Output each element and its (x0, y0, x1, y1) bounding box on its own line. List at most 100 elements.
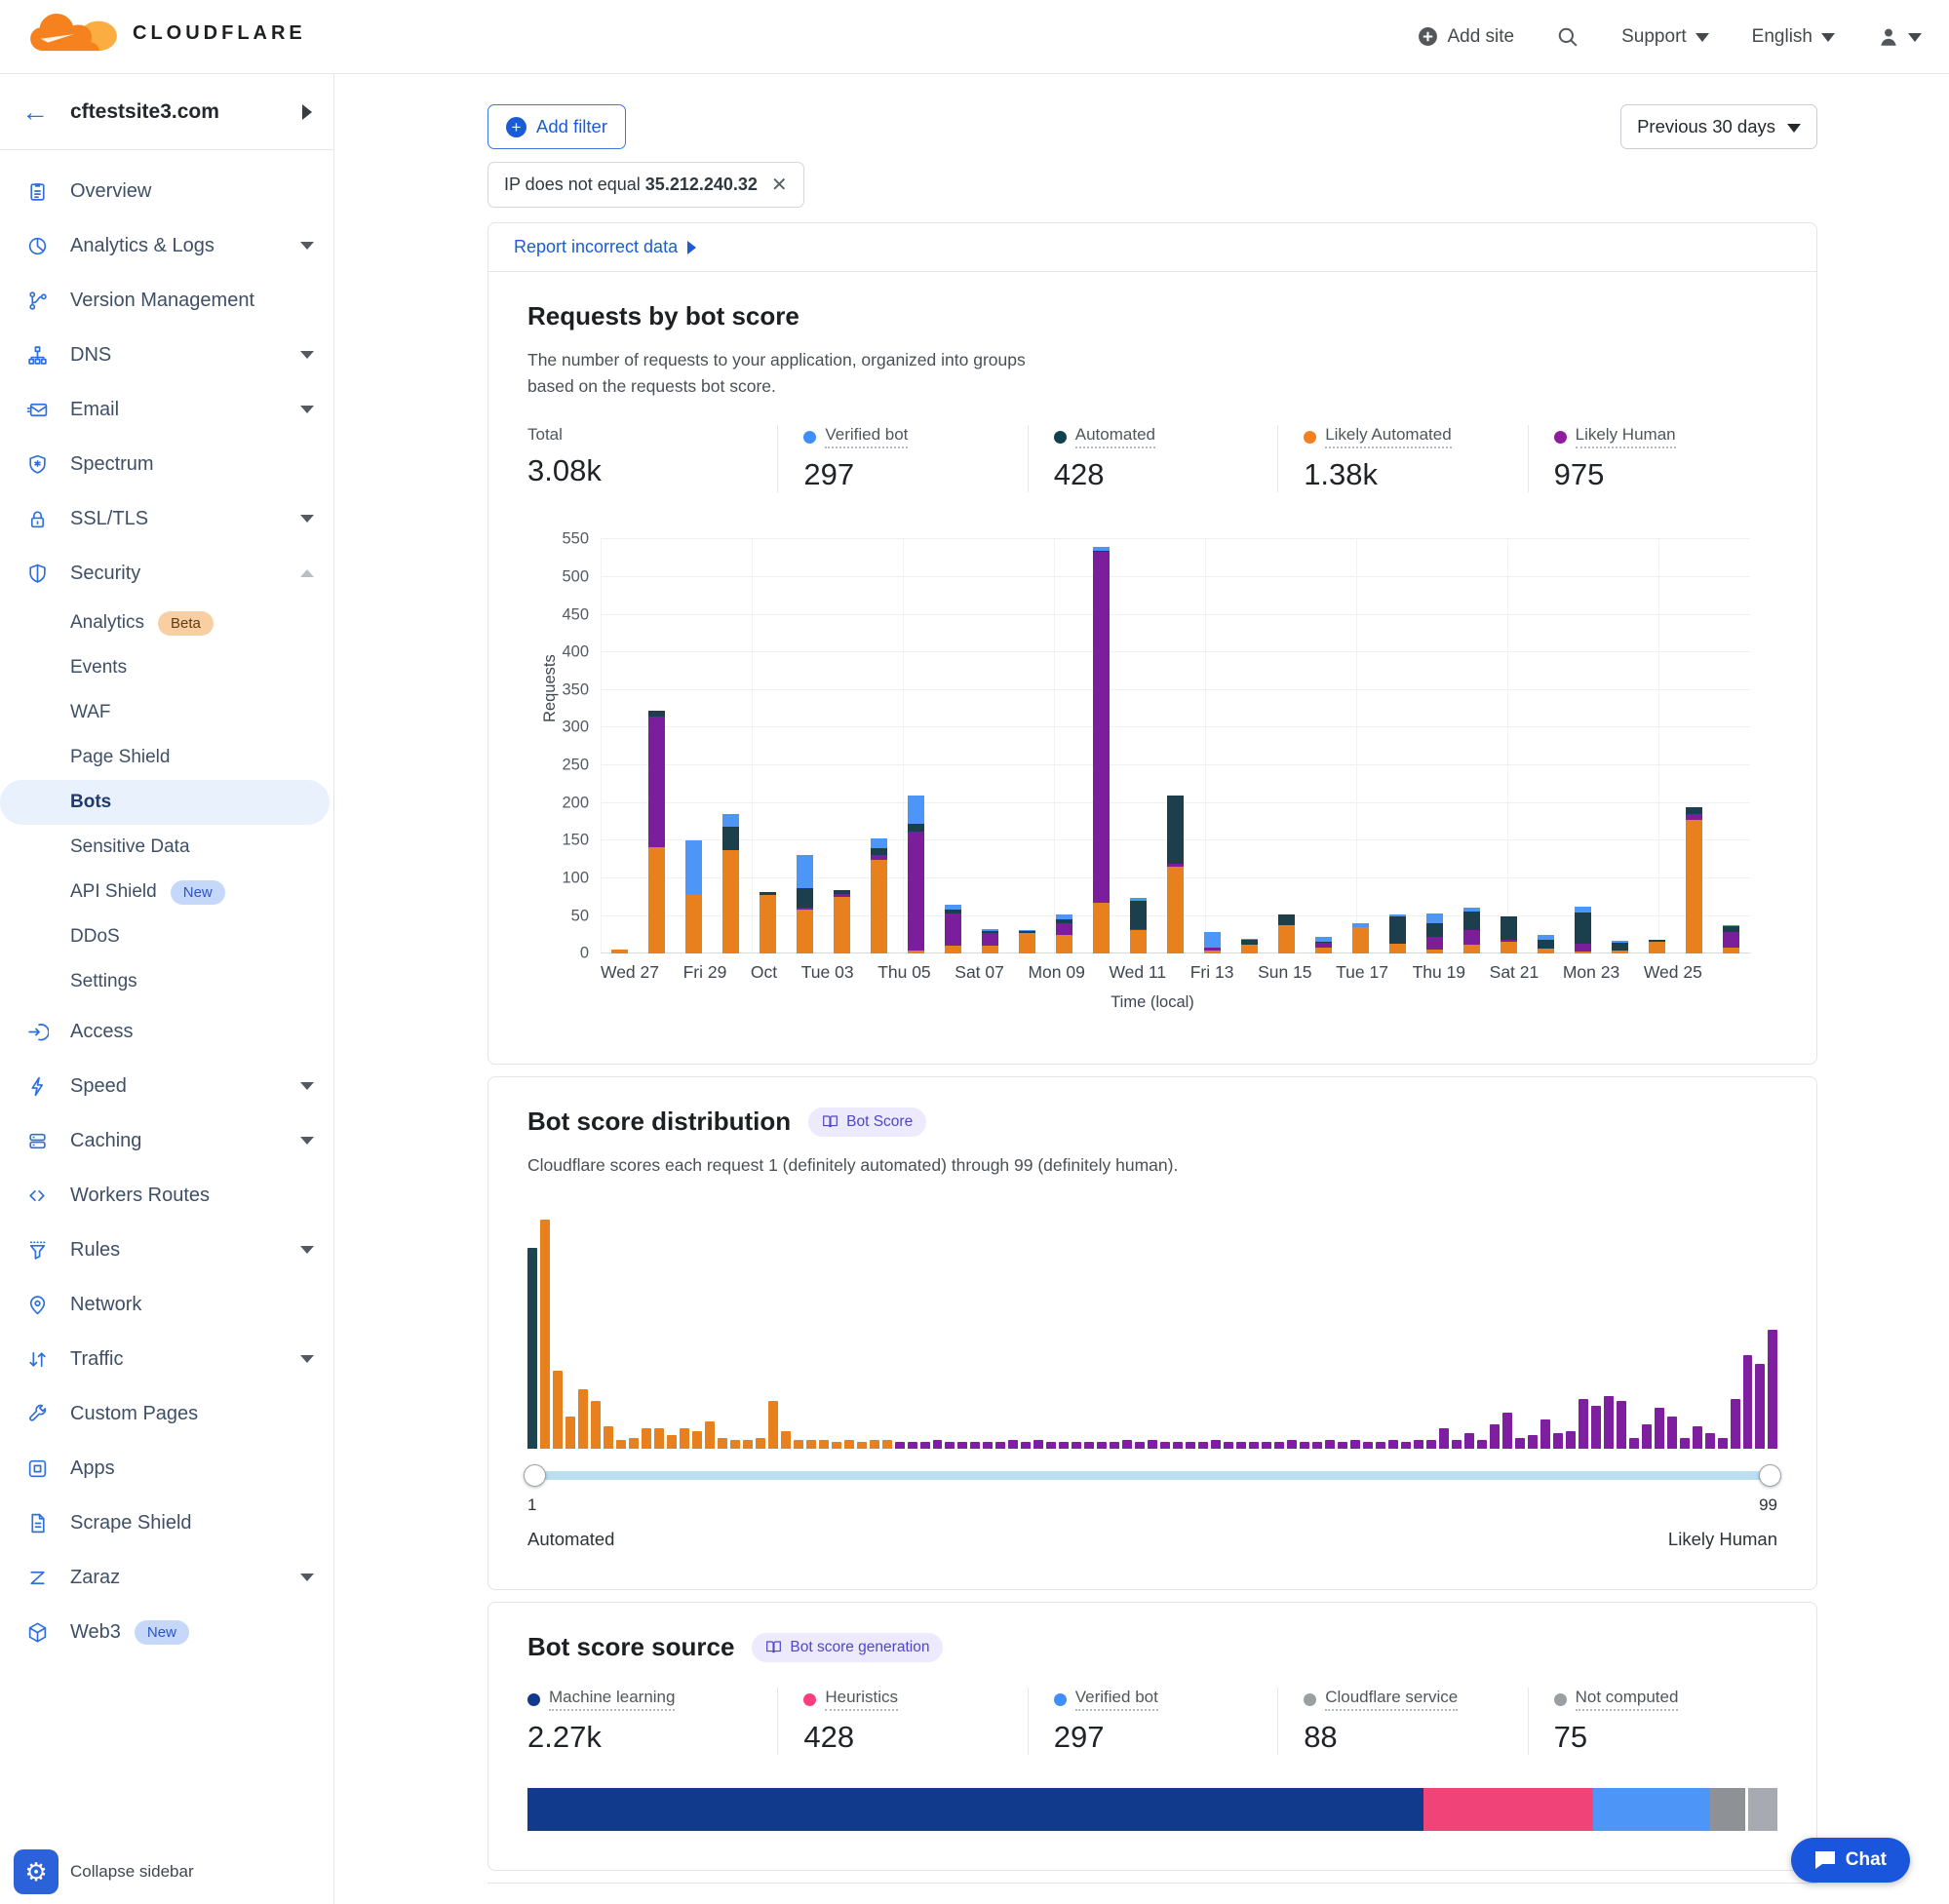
bar-tue-03[interactable] (823, 539, 860, 953)
sidebar-item-rules[interactable]: Rules (0, 1223, 333, 1277)
score-bar-64[interactable] (1325, 1440, 1335, 1449)
score-bar-36[interactable] (970, 1442, 980, 1449)
language-menu[interactable]: English (1752, 26, 1835, 48)
score-bar-78[interactable] (1502, 1413, 1512, 1450)
score-bar-40[interactable] (1021, 1442, 1031, 1449)
score-bar-25[interactable] (832, 1442, 841, 1449)
bar-day-24[interactable] (1454, 539, 1491, 953)
score-bar-61[interactable] (1287, 1440, 1297, 1449)
sidebar-item-scrape-shield[interactable]: Scrape Shield (0, 1496, 333, 1550)
bar-sat-07[interactable] (971, 539, 1008, 953)
score-bar-70[interactable] (1401, 1442, 1411, 1449)
bar-mon-09[interactable] (1045, 539, 1082, 953)
sidebar-item-custom-pages[interactable]: Custom Pages (0, 1386, 333, 1441)
score-bar-3[interactable] (553, 1371, 563, 1449)
score-bar-9[interactable] (629, 1438, 639, 1450)
score-bar-5[interactable] (578, 1389, 588, 1449)
score-bar-43[interactable] (1059, 1442, 1069, 1449)
sidebar-subitem-api-shield[interactable]: API ShieldNew (0, 870, 330, 914)
score-bar-73[interactable] (1439, 1428, 1449, 1449)
sidebar-item-analytics-logs[interactable]: Analytics & Logs (0, 218, 333, 273)
filter-chip[interactable]: IP does not equal 35.212.240.32 ✕ (487, 162, 804, 208)
sidebar-item-traffic[interactable]: Traffic (0, 1332, 333, 1386)
site-switcher-caret-icon[interactable] (302, 104, 312, 120)
score-bar-15[interactable] (705, 1421, 715, 1449)
score-bar-8[interactable] (616, 1440, 626, 1449)
score-bar-69[interactable] (1388, 1440, 1398, 1449)
bar-mon-23[interactable] (1565, 539, 1602, 953)
score-bar-31[interactable] (908, 1442, 917, 1449)
score-bar-10[interactable] (642, 1428, 651, 1449)
slider-track[interactable] (527, 1471, 1777, 1480)
bar-day-14[interactable] (1082, 539, 1119, 953)
score-bar-60[interactable] (1274, 1442, 1284, 1449)
bar-day-6[interactable] (786, 539, 823, 953)
sidebar-item-overview[interactable]: Overview (0, 164, 333, 218)
score-bar-53[interactable] (1186, 1442, 1195, 1449)
bar-day-16[interactable] (1156, 539, 1193, 953)
score-bar-37[interactable] (983, 1442, 993, 1449)
score-bar-11[interactable] (654, 1428, 664, 1449)
score-bar-71[interactable] (1414, 1440, 1423, 1449)
score-bar-44[interactable] (1072, 1442, 1081, 1449)
sidebar-item-email[interactable]: Email (0, 382, 333, 437)
score-bar-4[interactable] (565, 1417, 575, 1449)
score-bar-83[interactable] (1566, 1431, 1576, 1450)
bar-day-18[interactable] (1231, 539, 1268, 953)
sidebar-subitem-ddos[interactable]: DDoS (0, 914, 330, 959)
bar-day-10[interactable] (934, 539, 971, 953)
bar-fri-13[interactable] (1194, 539, 1231, 953)
score-bar-51[interactable] (1160, 1442, 1170, 1449)
score-bar-68[interactable] (1376, 1442, 1385, 1449)
bar-day-28[interactable] (1602, 539, 1639, 953)
score-bar-1[interactable] (527, 1248, 537, 1450)
score-bar-35[interactable] (957, 1442, 967, 1449)
score-bar-67[interactable] (1363, 1442, 1373, 1449)
bar-day-31[interactable] (1713, 539, 1750, 953)
bot-score-badge[interactable]: Bot Score (808, 1107, 926, 1137)
bar-day-30[interactable] (1676, 539, 1713, 953)
score-bar-52[interactable] (1173, 1442, 1183, 1449)
score-bar-92[interactable] (1680, 1438, 1690, 1450)
add-site-button[interactable]: Add site (1418, 26, 1514, 48)
sidebar-item-ssl-tls[interactable]: SSL/TLS (0, 491, 333, 546)
score-bar-85[interactable] (1591, 1406, 1601, 1450)
score-bar-86[interactable] (1604, 1396, 1614, 1449)
score-bar-18[interactable] (743, 1440, 753, 1449)
score-bar-88[interactable] (1629, 1438, 1639, 1450)
score-bar-48[interactable] (1122, 1440, 1132, 1449)
score-bar-50[interactable] (1148, 1440, 1157, 1449)
add-filter-button[interactable]: + Add filter (487, 104, 626, 149)
bar-day-12[interactable] (1008, 539, 1045, 953)
score-bar-72[interactable] (1426, 1440, 1436, 1449)
sidebar-item-spectrum[interactable]: Spectrum (0, 437, 333, 491)
score-bar-29[interactable] (882, 1440, 892, 1449)
score-bar-77[interactable] (1490, 1424, 1500, 1450)
score-bar-96[interactable] (1731, 1399, 1740, 1450)
date-range-select[interactable]: Previous 30 days (1620, 104, 1817, 149)
score-bar-76[interactable] (1477, 1440, 1487, 1449)
bar-wed-27[interactable] (601, 539, 638, 953)
slider-handle-min[interactable] (524, 1464, 546, 1487)
score-bar-59[interactable] (1262, 1442, 1271, 1449)
score-bar-2[interactable] (540, 1220, 550, 1449)
bar-day-2[interactable] (638, 539, 675, 953)
score-bar-19[interactable] (756, 1438, 765, 1450)
sidebar-subitem-bots[interactable]: Bots (0, 780, 330, 825)
score-bar-57[interactable] (1236, 1442, 1246, 1449)
score-bar-24[interactable] (819, 1440, 829, 1449)
bar-day-8[interactable] (860, 539, 897, 953)
score-bar-81[interactable] (1540, 1419, 1550, 1450)
score-bar-56[interactable] (1224, 1442, 1233, 1449)
score-bar-79[interactable] (1515, 1438, 1525, 1450)
score-bar-13[interactable] (680, 1428, 689, 1449)
report-incorrect-data-link[interactable]: Report incorrect data (514, 237, 678, 257)
score-bar-82[interactable] (1553, 1433, 1563, 1449)
score-bar-38[interactable] (995, 1442, 1005, 1449)
score-bar-32[interactable] (920, 1442, 930, 1449)
sidebar-subitem-events[interactable]: Events (0, 645, 330, 690)
sidebar-item-web3[interactable]: Web3New (0, 1605, 333, 1659)
score-bar-12[interactable] (667, 1435, 677, 1449)
bar-thu-05[interactable] (897, 539, 934, 953)
score-bar-66[interactable] (1350, 1440, 1360, 1449)
